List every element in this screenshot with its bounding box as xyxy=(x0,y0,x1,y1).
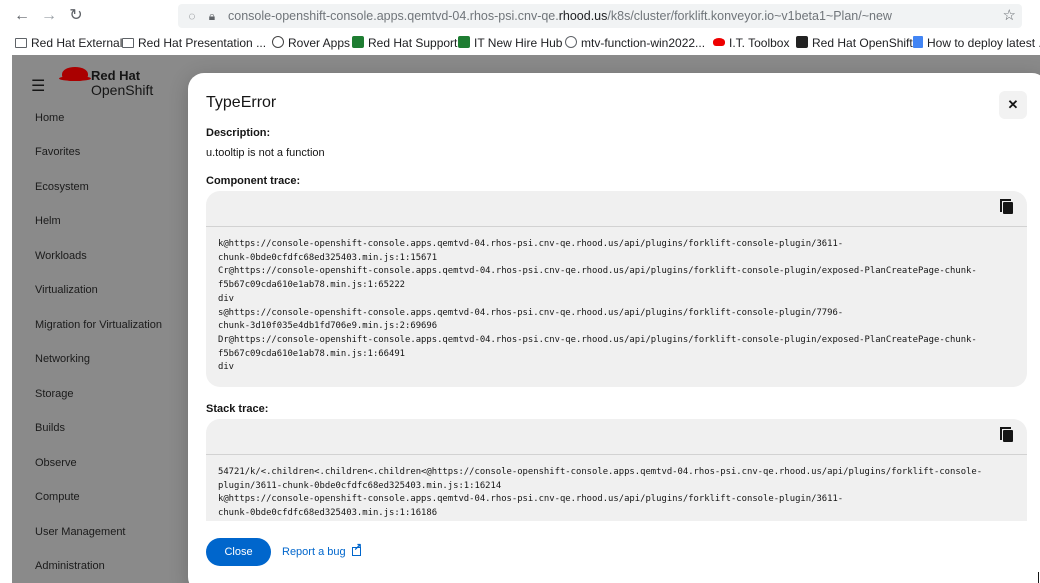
site-shield-icon[interactable]: ◌ xyxy=(184,8,200,24)
external-link-icon xyxy=(351,541,362,556)
logo-line1: Red Hat xyxy=(91,68,141,83)
nav-item-workloads[interactable]: Workloads xyxy=(35,249,87,263)
redhat-hat-icon xyxy=(713,38,725,46)
nav-item-user-management[interactable]: User Management xyxy=(35,525,126,539)
component-trace-label: Component trace: xyxy=(206,175,301,187)
component-trace-block: k@https://console-openshift-console.apps… xyxy=(206,191,1027,387)
globe-icon xyxy=(565,36,577,48)
nav-item-administration[interactable]: Administration xyxy=(35,559,105,573)
nav-item-virtualization[interactable]: Virtualization xyxy=(35,283,98,297)
hub-icon xyxy=(458,36,470,48)
stack-trace-block[interactable]: 54721/k/<.children<.children<.children<@… xyxy=(206,419,1027,521)
bookmark-red-hat-support[interactable]: Red Hat Support xyxy=(352,35,457,51)
lock-icon[interactable]: 🔒︎ xyxy=(204,8,220,24)
console-sidebar: ☰ Red Hat OpenShift Home Favorites Ecosy… xyxy=(12,55,188,583)
url-text[interactable]: console-openshift-console.apps.qemtvd-04… xyxy=(228,8,892,24)
code-block-header xyxy=(206,191,1027,227)
folder-icon xyxy=(122,38,134,48)
bookmark-how-to-deploy[interactable]: How to deploy latest ... xyxy=(913,35,1040,51)
bookmark-label: Red Hat Support xyxy=(368,36,458,50)
stack-trace-label: Stack trace: xyxy=(206,403,269,415)
bookmark-it-toolbox[interactable]: I.T. Toolbox xyxy=(713,35,789,51)
bookmark-label: IT New Hire Hub xyxy=(474,36,563,50)
redhat-support-icon xyxy=(352,36,364,48)
hamburger-menu-icon[interactable]: ☰ xyxy=(31,79,45,95)
bookmark-mtv-function[interactable]: mtv-function-win2022... xyxy=(565,35,705,51)
component-trace-text: k@https://console-openshift-console.apps… xyxy=(218,239,977,373)
copy-icon[interactable] xyxy=(1000,199,1013,214)
report-bug-link[interactable]: Report a bug xyxy=(282,541,362,559)
address-bar[interactable]: ◌ 🔒︎ console-openshift-console.apps.qemt… xyxy=(178,4,1022,28)
openshift-icon xyxy=(796,36,808,48)
bookmark-rover-apps[interactable]: Rover Apps xyxy=(272,35,350,51)
nav-item-ecosystem[interactable]: Ecosystem xyxy=(35,180,89,194)
forward-arrow-icon[interactable]: → xyxy=(39,6,59,26)
description-text: u.tooltip is not a function xyxy=(206,147,325,159)
url-domain: rhood.us xyxy=(558,9,608,23)
description-label: Description: xyxy=(206,127,271,139)
bookmark-label: mtv-function-win2022... xyxy=(581,36,706,50)
nav-item-builds[interactable]: Builds xyxy=(35,421,65,435)
modal-title: TypeError xyxy=(206,94,277,111)
url-prefix: console-openshift-console.apps.qemtvd-04… xyxy=(228,9,559,23)
back-arrow-icon[interactable]: ← xyxy=(12,6,32,26)
bookmark-label: Rover Apps xyxy=(288,36,351,50)
window-edge xyxy=(1038,572,1039,583)
bookmark-label: Red Hat External xyxy=(31,36,123,50)
close-icon[interactable]: ✕ xyxy=(999,91,1027,119)
nav-item-favorites[interactable]: Favorites xyxy=(35,145,80,159)
bookmark-star-icon[interactable]: ☆ xyxy=(1003,7,1016,25)
logo-line2: OpenShift xyxy=(91,82,154,98)
close-button[interactable]: Close xyxy=(206,538,271,566)
redhat-logo-icon xyxy=(59,67,91,81)
bookmarks-bar: Red Hat External Red Hat Presentation ..… xyxy=(0,32,1040,54)
folder-icon xyxy=(15,38,27,48)
nav-item-home[interactable]: Home xyxy=(35,111,64,125)
doc-icon xyxy=(913,36,923,48)
nav-item-helm[interactable]: Helm xyxy=(35,214,61,228)
browser-toolbar: ← → ↻ ◌ 🔒︎ console-openshift-console.app… xyxy=(0,0,1040,32)
bookmark-red-hat-external[interactable]: Red Hat External xyxy=(15,35,122,51)
url-path: /k8s/cluster/forklift.konveyor.io~v1beta… xyxy=(607,9,892,23)
nav-item-migration[interactable]: Migration for Virtualization xyxy=(35,318,162,332)
bookmark-label: Red Hat Presentation ... xyxy=(138,36,267,50)
nav-item-networking[interactable]: Networking xyxy=(35,352,90,366)
bookmark-label: I.T. Toolbox xyxy=(729,36,790,50)
nav-item-compute[interactable]: Compute xyxy=(35,490,80,504)
nav-item-observe[interactable]: Observe xyxy=(35,456,77,470)
bookmark-it-new-hire-hub[interactable]: IT New Hire Hub xyxy=(458,35,562,51)
report-bug-label: Report a bug xyxy=(282,546,346,558)
bookmark-label: Red Hat OpenShift xyxy=(812,36,913,50)
copy-icon[interactable] xyxy=(1000,427,1013,442)
bookmark-red-hat-presentation[interactable]: Red Hat Presentation ... xyxy=(122,35,266,51)
nav-item-storage[interactable]: Storage xyxy=(35,387,74,401)
code-block-header xyxy=(206,419,1027,455)
bookmark-label: How to deploy latest ... xyxy=(927,36,1040,50)
error-modal: TypeError ✕ Description: u.tooltip is no… xyxy=(188,73,1040,583)
reload-icon[interactable]: ↻ xyxy=(66,6,86,26)
bookmark-red-hat-openshift[interactable]: Red Hat OpenShift xyxy=(796,35,913,51)
stack-trace-text: 54721/k/<.children<.children<.children<@… xyxy=(218,467,983,519)
globe-icon xyxy=(272,36,284,48)
